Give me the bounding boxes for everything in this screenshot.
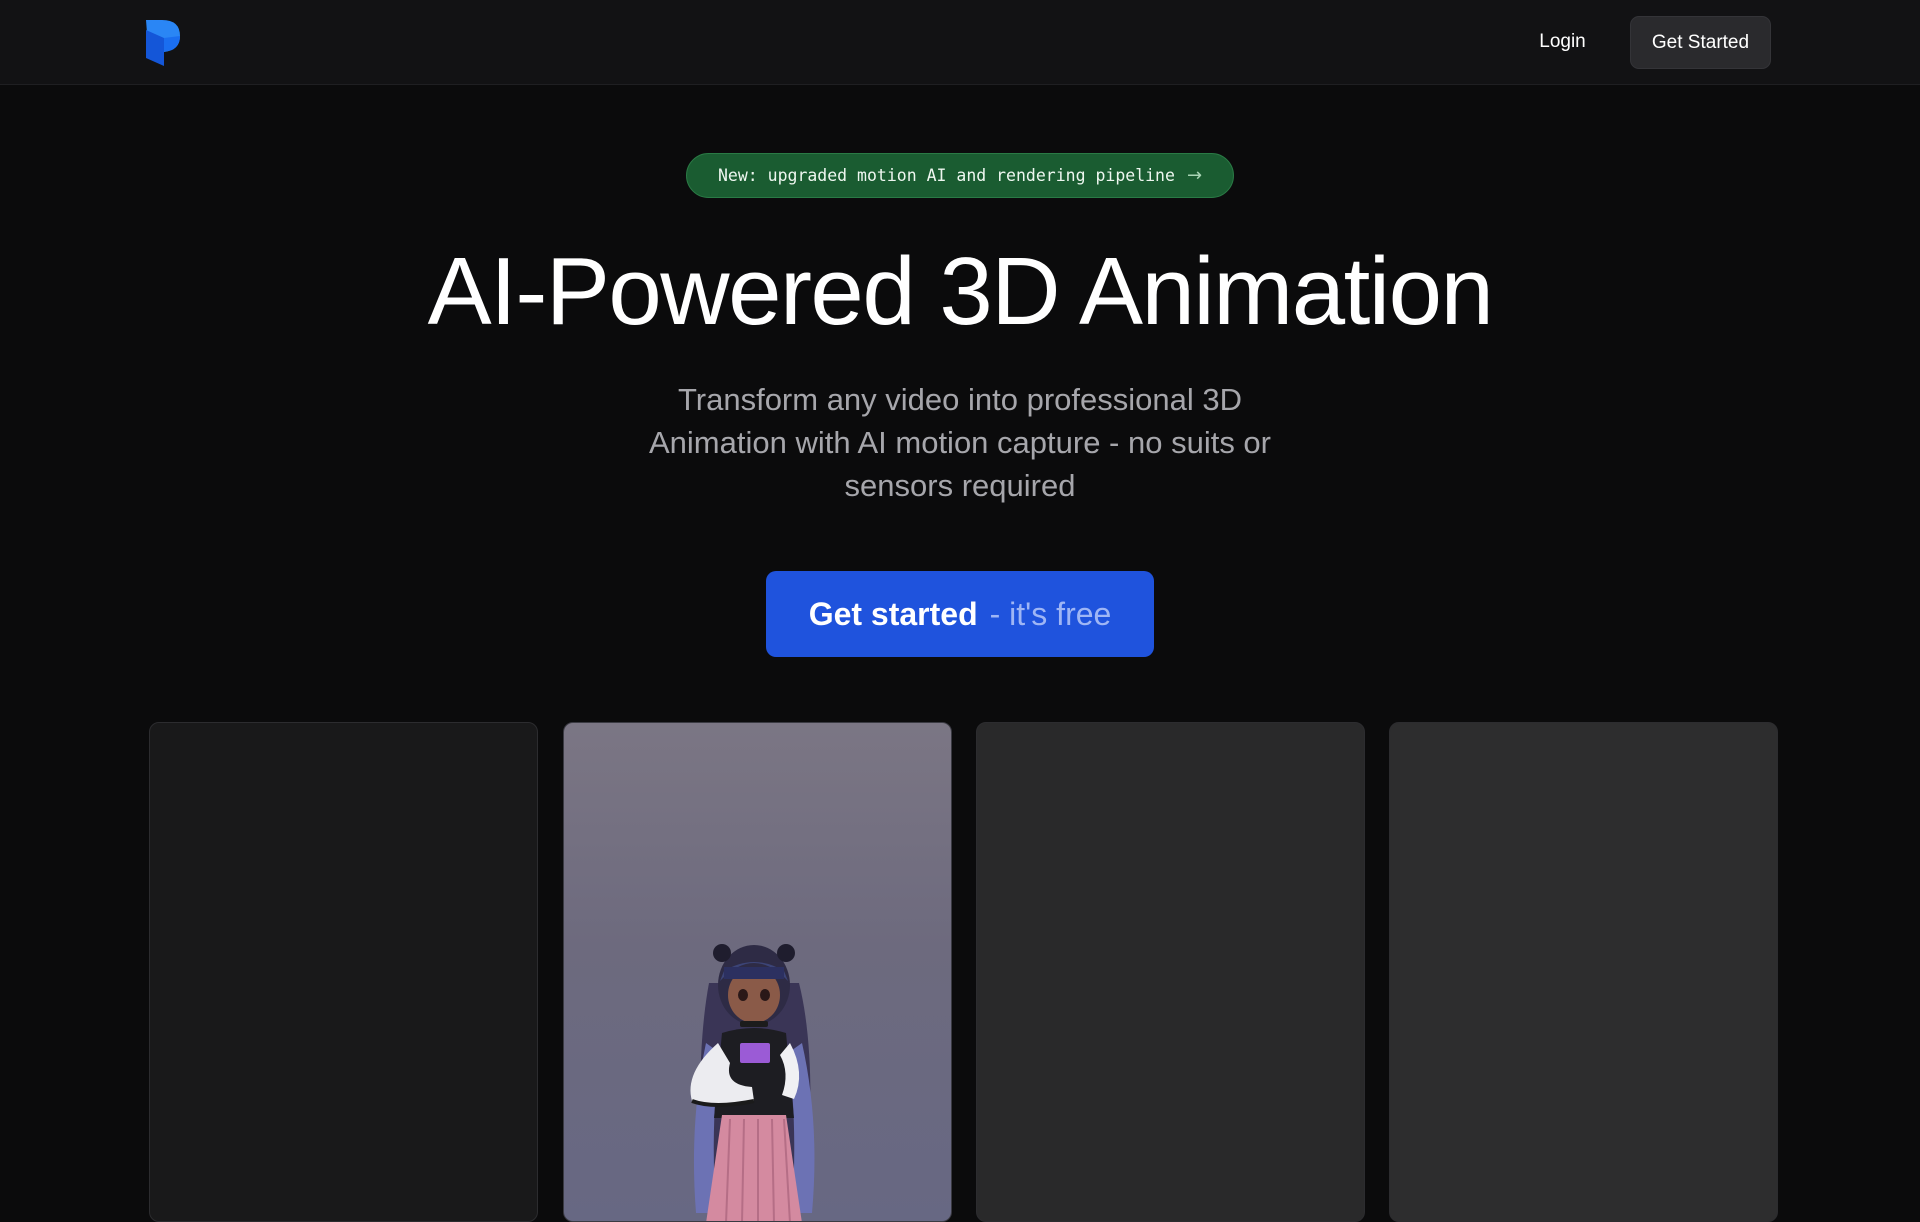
anime-avatar-image: [690, 944, 815, 1221]
video-card-4[interactable]: [1389, 722, 1778, 1222]
top-nav: Login Get Started: [0, 0, 1920, 85]
brand-logo[interactable]: [144, 18, 182, 68]
hero-subtitle: Transform any video into professional 3D…: [648, 382, 1271, 503]
announcement-text: New: upgraded motion AI and rendering pi…: [717, 166, 1175, 185]
arrow-right-icon: →: [1186, 165, 1203, 186]
video-card-1[interactable]: [149, 722, 538, 1222]
cta-suffix-label: - it's free: [989, 595, 1112, 632]
cta-main-label: Get started: [808, 595, 978, 632]
hero-title: AI-Powered 3D Animation: [427, 238, 1494, 345]
logo-icon: [146, 20, 180, 66]
get-started-nav-button[interactable]: Get Started: [1630, 16, 1771, 69]
get-started-free-button[interactable]: Get started - it's free: [766, 571, 1154, 657]
video-card-3[interactable]: [976, 722, 1365, 1222]
announcement-pill[interactable]: New: upgraded motion AI and rendering pi…: [686, 153, 1234, 198]
video-card-2[interactable]: [563, 722, 952, 1222]
login-link[interactable]: Login: [1520, 16, 1605, 68]
